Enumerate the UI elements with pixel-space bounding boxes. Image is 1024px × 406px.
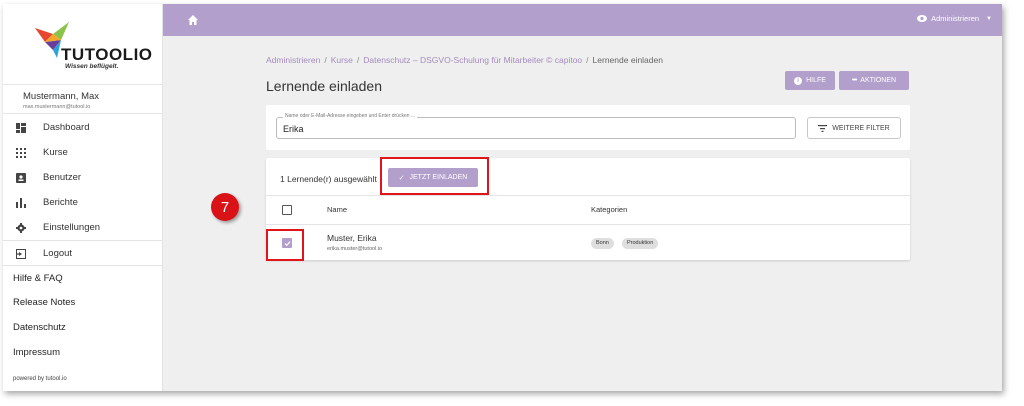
breadcrumb-current: Lernende einladen	[592, 55, 663, 65]
bar-chart-icon	[16, 197, 26, 208]
step-badge: 7	[211, 193, 239, 221]
logo: TUTOOLIO Wissen beflügelt.	[3, 4, 163, 84]
app-window: TUTOOLIO Wissen beflügelt. Mustermann, M…	[3, 4, 1002, 391]
breadcrumb: Administrieren / Kurse / Datenschutz – DSGVO…	[266, 55, 663, 65]
search-input-value: Erika	[283, 124, 304, 134]
sidebar-divider	[3, 265, 163, 266]
sidebar-item-label: Benutzer	[43, 172, 82, 183]
table-divider	[266, 224, 910, 225]
search-input-label: Name oder E-Mail-Adresse eingeben und En…	[283, 113, 418, 119]
sidebar-item-logout[interactable]: Logout	[3, 241, 163, 266]
link-hilfe-faq[interactable]: Hilfe & FAQ	[13, 273, 63, 284]
sidebar-item-einstellungen[interactable]: Einstellungen	[3, 215, 163, 240]
dashboard-icon	[16, 122, 26, 133]
sidebar-item-label: Kurse	[43, 147, 68, 158]
info-icon: i	[794, 76, 803, 85]
table-divider	[266, 195, 910, 196]
eye-icon	[917, 15, 928, 22]
sidebar-item-label: Berichte	[43, 197, 78, 208]
column-header-name[interactable]: Name	[327, 205, 347, 214]
search-input[interactable]: Name oder E-Mail-Adresse eingeben und En…	[276, 113, 796, 139]
page-title: Lernende einladen	[266, 78, 382, 94]
select-all-checkbox[interactable]	[282, 205, 292, 215]
category-chip: Produktion	[622, 238, 659, 249]
admin-menu[interactable]: Administrieren ▼	[917, 14, 992, 23]
sidebar-item-label: Einstellungen	[43, 222, 101, 233]
more-filters-button[interactable]: WEITERE FILTER	[807, 117, 901, 139]
brand-tagline: Wissen beflügelt.	[65, 63, 119, 70]
learners-table: 1 Lernende(r) ausgewählt ✓ JETZT EINLADE…	[266, 158, 910, 260]
user-info: Mustermann, Max max.mustermann@tutool.io	[3, 84, 163, 114]
actions-button[interactable]: ••• AKTIONEN	[839, 71, 909, 90]
sidebar-item-label: Logout	[43, 248, 73, 259]
user-card-icon	[16, 172, 26, 183]
grid-icon	[16, 147, 26, 158]
selection-count: 1 Lernende(r) ausgewählt	[280, 174, 377, 184]
gear-icon	[16, 222, 26, 233]
highlight-row-checkbox	[266, 229, 304, 261]
top-bar: Administrieren ▼	[163, 4, 1002, 36]
breadcrumb-item[interactable]: Datenschutz – DSGVO-Schulung für Mitarbe…	[363, 55, 582, 65]
sidebar-item-dashboard[interactable]: Dashboard	[3, 115, 163, 140]
home-icon[interactable]	[188, 15, 198, 25]
user-name: Mustermann, Max	[23, 91, 100, 102]
sidebar-item-berichte[interactable]: Berichte	[3, 190, 163, 215]
logout-icon	[16, 248, 26, 259]
powered-by: powered by tutool.io	[13, 376, 67, 382]
breadcrumb-item[interactable]: Administrieren	[266, 55, 320, 65]
link-impressum[interactable]: Impressum	[13, 347, 60, 358]
more-dots-icon: •••	[851, 77, 857, 84]
chevron-down-icon: ▼	[986, 15, 992, 22]
search-card: Name oder E-Mail-Adresse eingeben und En…	[266, 105, 910, 150]
learner-email: erika.muster@tutool.io	[327, 246, 383, 252]
admin-label: Administrieren	[931, 14, 980, 23]
link-release-notes[interactable]: Release Notes	[13, 297, 75, 308]
highlight-invite-button	[380, 157, 489, 195]
help-button[interactable]: i HILFE	[785, 71, 835, 90]
category-chip: Bonn	[591, 238, 614, 249]
sidebar-item-benutzer[interactable]: Benutzer	[3, 165, 163, 190]
filter-icon	[818, 124, 828, 132]
help-button-label: HILFE	[806, 77, 826, 84]
column-header-categories: Kategorien	[591, 205, 628, 214]
link-datenschutz[interactable]: Datenschutz	[13, 322, 66, 333]
learner-name: Muster, Erika	[327, 233, 377, 243]
actions-button-label: AKTIONEN	[860, 77, 897, 84]
breadcrumb-item[interactable]: Kurse	[331, 55, 353, 65]
more-filters-label: WEITERE FILTER	[832, 124, 890, 132]
sidebar: TUTOOLIO Wissen beflügelt. Mustermann, M…	[3, 4, 163, 391]
brand-name: TUTOOLIO	[61, 45, 153, 64]
user-email: max.mustermann@tutool.io	[23, 104, 91, 110]
sidebar-item-kurse[interactable]: Kurse	[3, 140, 163, 165]
sidebar-item-label: Dashboard	[43, 122, 90, 133]
